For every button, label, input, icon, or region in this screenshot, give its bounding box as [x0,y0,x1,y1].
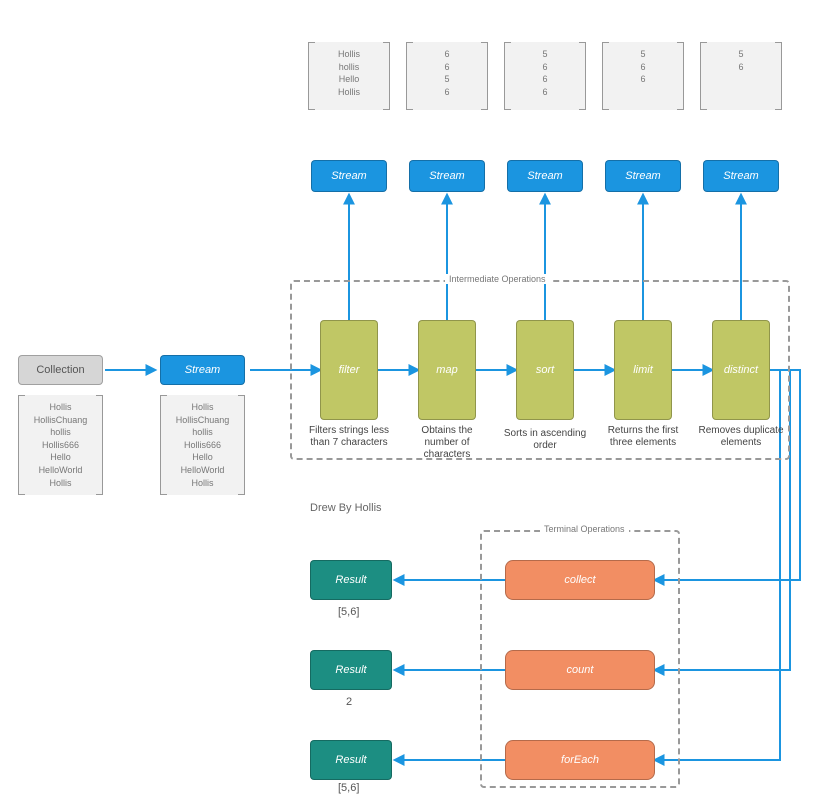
op-filter: filter [320,320,378,420]
op-sort-caption: Sorts in ascending order [502,428,588,452]
top-list-4: 56 [700,42,782,110]
top-list-3: 566 [602,42,684,110]
top-list-0: HollishollisHelloHollis [308,42,390,110]
top-stream-3: Stream [605,160,681,192]
source-list: Hollis HollisChuang hollis Hollis666 Hel… [18,395,103,495]
op-filter-caption: Filters strings less than 7 characters [306,425,392,449]
op-limit-caption: Returns the first three elements [600,425,686,449]
op-map-caption: Obtains the number of characters [404,425,490,461]
stream-main: Stream [160,355,245,385]
top-list-2: 5666 [504,42,586,110]
result-collect-value: [5,6] [338,606,359,618]
op-distinct-caption: Removes duplicate elements [698,425,784,449]
collection-box: Collection [18,355,103,385]
op-map: map [418,320,476,420]
op-limit: limit [614,320,672,420]
result-count: Result [310,650,392,690]
result-collect: Result [310,560,392,600]
term-collect: collect [505,560,655,600]
stream-copy-list: Hollis HollisChuang hollis Hollis666 Hel… [160,395,245,495]
term-count: count [505,650,655,690]
top-list-1: 6656 [406,42,488,110]
top-stream-0: Stream [311,160,387,192]
terminal-ops-title: Terminal Operations [540,524,629,534]
result-foreach-value: [5,6] [338,782,359,794]
term-foreach: forEach [505,740,655,780]
op-distinct: distinct [712,320,770,420]
result-foreach: Result [310,740,392,780]
result-count-value: 2 [346,696,352,708]
collection-label: Collection [36,364,84,376]
top-stream-2: Stream [507,160,583,192]
credit-text: Drew By Hollis [310,502,382,514]
op-sort: sort [516,320,574,420]
top-stream-4: Stream [703,160,779,192]
top-stream-1: Stream [409,160,485,192]
intermediate-ops-title: Intermediate Operations [445,274,550,284]
